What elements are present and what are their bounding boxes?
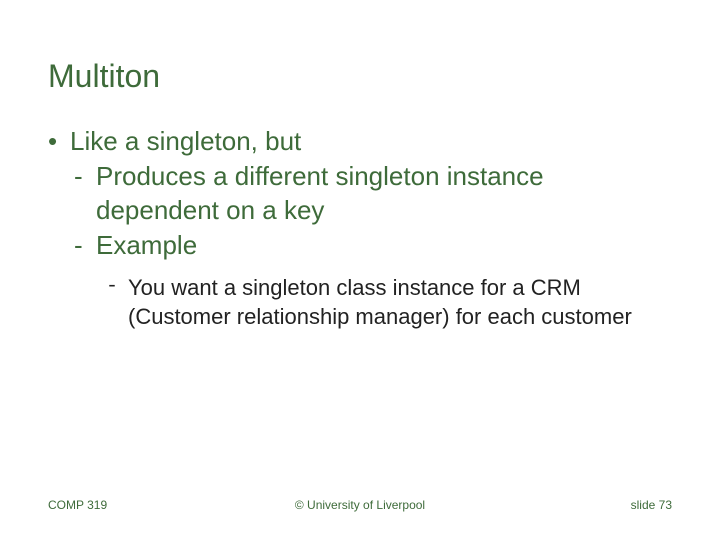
bullet-level-1: Like a singleton, but (48, 125, 672, 158)
footer-copyright: © University of Liverpool (256, 498, 464, 512)
slide: Multiton Like a singleton, but Produces … (0, 0, 720, 540)
footer-slide-number: slide 73 (464, 498, 672, 512)
slide-content: Like a singleton, but Produces a differe… (48, 125, 672, 331)
footer-course-code: COMP 319 (48, 498, 256, 512)
bullet-level-2: Example (48, 229, 672, 262)
bullet-level-3: You want a singleton class instance for … (48, 274, 672, 331)
slide-footer: COMP 319 © University of Liverpool slide… (0, 498, 720, 512)
bullet-level-2: Produces a different singleton instance … (48, 160, 672, 227)
slide-title: Multiton (48, 58, 672, 95)
